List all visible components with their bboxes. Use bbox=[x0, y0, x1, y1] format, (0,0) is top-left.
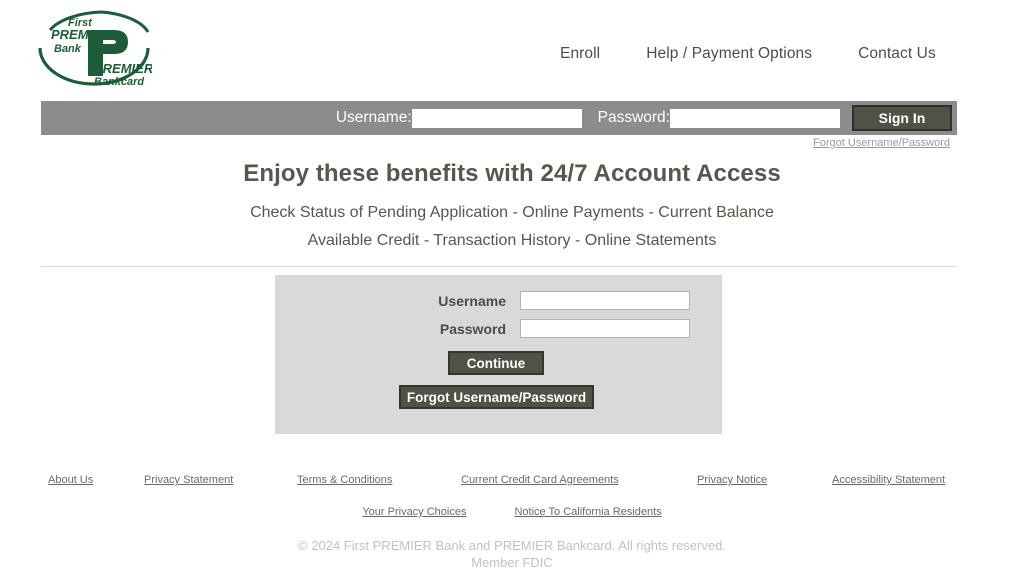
signin-bar-username-input[interactable] bbox=[411, 108, 582, 128]
premier-bankcard-logo-icon: First PREMIER Bank PREMIER Bankcard bbox=[36, 7, 152, 88]
footer-link-accessibility-statement[interactable]: Accessibility Statement bbox=[832, 474, 945, 486]
premier-bankcard-logo: First PREMIER Bank PREMIER Bankcard bbox=[36, 6, 152, 90]
svg-text:Bankcard: Bankcard bbox=[94, 76, 144, 88]
panel-username-label: Username bbox=[438, 292, 506, 309]
svg-text:PREMIER: PREMIER bbox=[51, 27, 111, 42]
hero-section: Enjoy these benefits with 24/7 Account A… bbox=[0, 160, 1024, 250]
hero-benefits-line-2: Available Credit - Transaction History -… bbox=[307, 232, 717, 249]
nav-link-contact-us[interactable]: Contact Us bbox=[858, 45, 936, 63]
panel-password-input[interactable] bbox=[520, 319, 690, 338]
forgot-username-password-link[interactable]: Forgot Username/Password bbox=[813, 137, 950, 149]
continue-button[interactable]: Continue bbox=[448, 351, 544, 375]
signin-bar-username-label: Username: bbox=[335, 109, 412, 126]
login-panel: Username Password Continue Forgot Userna… bbox=[275, 275, 722, 434]
signin-bar-password-label: Password: bbox=[597, 109, 670, 126]
hero-benefits-line-1: Check Status of Pending Application - On… bbox=[250, 204, 774, 221]
footer-link-credit-card-agreements[interactable]: Current Credit Card Agreements bbox=[461, 474, 619, 486]
copyright-notice: © 2024 First PREMIER Bank and PREMIER Ba… bbox=[0, 537, 1024, 571]
signin-bar: Username: Password: Sign In bbox=[41, 101, 957, 135]
copyright-line-1: © 2024 First PREMIER Bank and PREMIER Ba… bbox=[298, 538, 726, 553]
forgot-username-password-button[interactable]: Forgot Username/Password bbox=[399, 385, 594, 409]
panel-password-label: Password bbox=[439, 320, 506, 337]
footer-link-privacy-notice[interactable]: Privacy Notice bbox=[697, 474, 767, 486]
username-field-row: Username bbox=[428, 291, 690, 310]
page-header: First PREMIER Bank PREMIER Bankcard Enro… bbox=[0, 0, 1024, 101]
footer-link-your-privacy-choices[interactable]: Your Privacy Choices bbox=[362, 506, 466, 518]
svg-text:PREMIER: PREMIER bbox=[94, 61, 152, 76]
password-field-row: Password bbox=[428, 319, 690, 338]
panel-username-input[interactable] bbox=[520, 291, 690, 310]
footer-link-terms-conditions[interactable]: Terms & Conditions bbox=[297, 474, 392, 486]
copyright-line-2: Member FDIC bbox=[471, 555, 553, 570]
svg-text:Bank: Bank bbox=[54, 43, 82, 55]
section-divider bbox=[41, 266, 957, 267]
footer-link-notice-california-residents[interactable]: Notice To California Residents bbox=[514, 506, 661, 518]
footer-links-row-2: Your Privacy Choices Notice To Californi… bbox=[0, 506, 1024, 518]
signin-bar-password-input[interactable] bbox=[670, 108, 840, 128]
hero-title: Enjoy these benefits with 24/7 Account A… bbox=[243, 160, 781, 187]
sign-in-button[interactable]: Sign In bbox=[852, 105, 952, 131]
top-navigation: Enroll Help / Payment Options Contact Us bbox=[560, 45, 936, 63]
footer-link-about-us[interactable]: About Us bbox=[48, 474, 93, 486]
nav-link-enroll[interactable]: Enroll bbox=[560, 45, 600, 63]
footer-link-privacy-statement[interactable]: Privacy Statement bbox=[144, 474, 233, 486]
nav-link-help-payment-options[interactable]: Help / Payment Options bbox=[646, 45, 812, 63]
